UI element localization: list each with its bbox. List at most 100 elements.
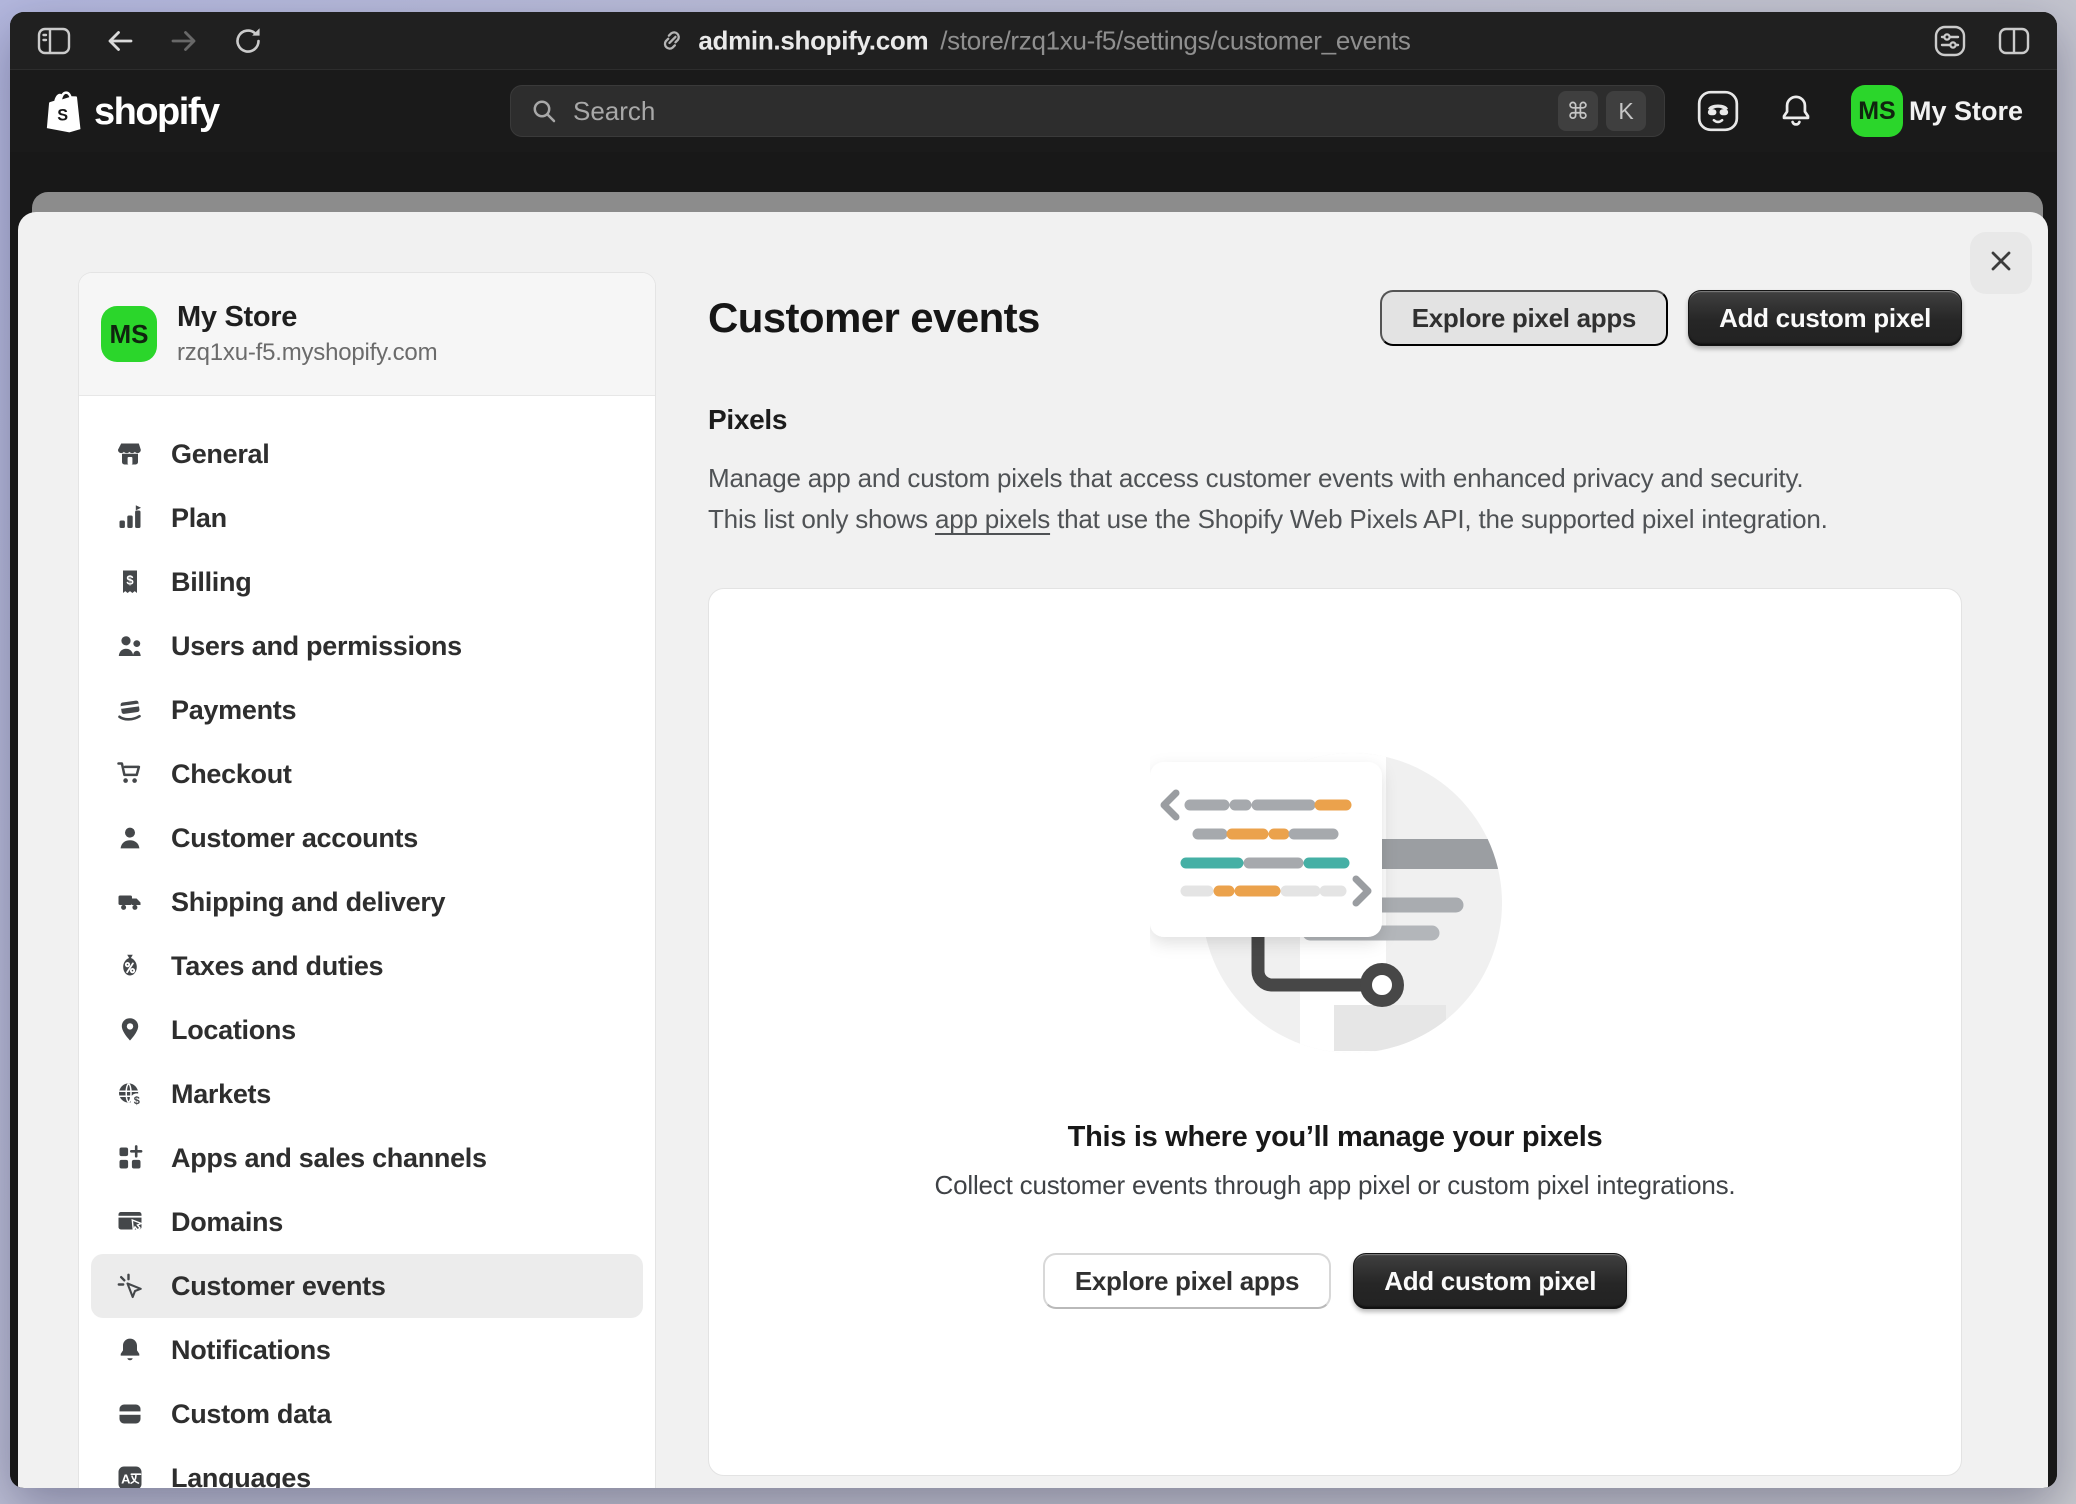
sidebar-toggle-icon[interactable] [36, 25, 72, 57]
k-key-badge: K [1606, 91, 1646, 131]
close-button[interactable] [1970, 232, 2032, 294]
shopify-bag-icon: S [44, 87, 86, 135]
notifications-bell-icon[interactable] [1775, 90, 1817, 132]
svg-text:A: A [121, 1472, 131, 1487]
explore-pixel-apps-button[interactable]: Explore pixel apps [1380, 290, 1668, 346]
app-pixels-link[interactable]: app pixels [935, 504, 1050, 534]
sidebar-item-checkout[interactable]: Checkout [91, 742, 643, 806]
billing-icon: $ [115, 567, 145, 597]
cmd-key-badge: ⌘ [1558, 91, 1598, 131]
workspace: MS My Store rzq1xu-f5.myshopify.com Gene… [10, 152, 2057, 1488]
sidebar-item-label: General [171, 439, 269, 470]
sidebar-item-locations[interactable]: Locations [91, 998, 643, 1062]
sidebar-item-custom-data[interactable]: Custom data [91, 1382, 643, 1446]
sidebar-store-name: My Store [177, 301, 437, 334]
sidebar-item-taxes-and-duties[interactable]: Taxes and duties [91, 934, 643, 998]
sidebar-item-billing[interactable]: $ Billing [91, 550, 643, 614]
sidebar-item-label: Custom data [171, 1399, 331, 1430]
settings-main: Customer events Explore pixel apps Add c… [656, 212, 2048, 1488]
browser-toolbar: admin.shopify.com/store/rzq1xu-f5/settin… [10, 12, 2057, 70]
reload-icon[interactable] [232, 25, 264, 57]
settings-modal: MS My Store rzq1xu-f5.myshopify.com Gene… [18, 212, 2048, 1488]
pin-icon [115, 1015, 145, 1045]
sidebar-item-label: Payments [171, 695, 296, 726]
sidebar-item-notifications[interactable]: Notifications [91, 1318, 643, 1382]
svg-text:S: S [57, 107, 68, 125]
sidebar-store-domain: rzq1xu-f5.myshopify.com [177, 339, 437, 367]
admin-header: S shopify Search ⌘ K [10, 70, 2057, 152]
empty-explore-pixel-apps-button[interactable]: Explore pixel apps [1043, 1253, 1331, 1309]
sidebar-item-customer-accounts[interactable]: Customer accounts [91, 806, 643, 870]
sidebar-item-label: Locations [171, 1015, 296, 1046]
sidebar-item-label: Shipping and delivery [171, 887, 445, 918]
store-menu-button[interactable]: MS My Store [1851, 85, 2023, 137]
sidebar-item-label: Markets [171, 1079, 271, 1110]
empty-state-subtext: Collect customer events through app pixe… [709, 1170, 1961, 1201]
domains-icon [115, 1207, 145, 1237]
empty-state-heading: This is where you’ll manage your pixels [709, 1121, 1961, 1154]
sidekick-assistant-icon[interactable] [1695, 88, 1741, 134]
sidebar-item-shipping-and-delivery[interactable]: Shipping and delivery [91, 870, 643, 934]
close-icon [1986, 246, 2016, 281]
sidebar-item-apps-and-sales-channels[interactable]: Apps and sales channels [91, 1126, 643, 1190]
back-icon[interactable] [104, 25, 136, 57]
person-icon [115, 823, 145, 853]
add-custom-pixel-button[interactable]: Add custom pixel [1688, 290, 1962, 346]
description-line1: Manage app and custom pixels that access… [708, 458, 1962, 499]
storefront-icon [115, 439, 145, 469]
sidebar-item-domains[interactable]: Domains [91, 1190, 643, 1254]
header-store-name: My Store [1909, 96, 2023, 127]
sidebar-item-general[interactable]: General [91, 422, 643, 486]
forward-icon[interactable] [168, 25, 200, 57]
address-bar[interactable]: admin.shopify.com/store/rzq1xu-f5/settin… [656, 25, 1410, 56]
shopify-logo[interactable]: S shopify [44, 87, 219, 135]
taxbag-icon [115, 951, 145, 981]
plan-icon [115, 503, 145, 533]
sidebar-item-label: Checkout [171, 759, 292, 790]
sidebar-item-customer-events[interactable]: Customer events [91, 1254, 643, 1318]
sidebar-item-label: Customer events [171, 1271, 386, 1302]
users-icon [115, 631, 145, 661]
empty-add-custom-pixel-button[interactable]: Add custom pixel [1353, 1253, 1627, 1309]
cart-icon [115, 759, 145, 789]
sidebar-item-label: Users and permissions [171, 631, 462, 662]
page-title: Customer events [708, 294, 1040, 342]
search-input[interactable]: Search ⌘ K [510, 85, 1665, 137]
search-shortcut: ⌘ K [1558, 91, 1646, 131]
languages-icon: A [115, 1463, 145, 1488]
settings-nav: General Plan $ Billing Users and permiss… [79, 396, 655, 1488]
sidebar-item-label: Taxes and duties [171, 951, 383, 982]
sidebar-item-label: Billing [171, 567, 251, 598]
url-host: admin.shopify.com [698, 25, 928, 56]
apps-icon [115, 1143, 145, 1173]
store-avatar: MS [1851, 85, 1903, 137]
split-view-icon[interactable] [1997, 24, 2031, 58]
page-settings-icon[interactable] [1933, 24, 1967, 58]
customdata-icon [115, 1399, 145, 1429]
screen: admin.shopify.com/store/rzq1xu-f5/settin… [0, 0, 2076, 1504]
bell-icon [115, 1335, 145, 1365]
browser-window: admin.shopify.com/store/rzq1xu-f5/settin… [10, 12, 2057, 1488]
sidebar-item-payments[interactable]: Payments [91, 678, 643, 742]
svg-text:$: $ [134, 1095, 140, 1107]
sidebar-store-avatar: MS [101, 306, 157, 362]
pixels-description: Manage app and custom pixels that access… [708, 458, 1962, 540]
svg-text:$: $ [126, 573, 134, 588]
sidebar-item-label: Customer accounts [171, 823, 418, 854]
cursor-spark-icon [115, 1271, 145, 1301]
shopify-wordmark: shopify [94, 93, 219, 135]
sidebar-item-users-and-permissions[interactable]: Users and permissions [91, 614, 643, 678]
truck-icon [115, 887, 145, 917]
search-placeholder: Search [573, 96, 655, 127]
link-icon [656, 26, 686, 56]
sidebar-item-plan[interactable]: Plan [91, 486, 643, 550]
globe-icon: $ [115, 1079, 145, 1109]
url-path: /store/rzq1xu-f5/settings/customer_event… [940, 25, 1410, 56]
sidebar-store-header[interactable]: MS My Store rzq1xu-f5.myshopify.com [79, 273, 655, 396]
settings-sidebar: MS My Store rzq1xu-f5.myshopify.com Gene… [78, 272, 656, 1488]
payments-icon [115, 695, 145, 725]
sidebar-item-languages[interactable]: A Languages [91, 1446, 643, 1488]
sidebar-item-label: Domains [171, 1207, 283, 1238]
sidebar-item-label: Languages [171, 1463, 311, 1489]
sidebar-item-markets[interactable]: $ Markets [91, 1062, 643, 1126]
